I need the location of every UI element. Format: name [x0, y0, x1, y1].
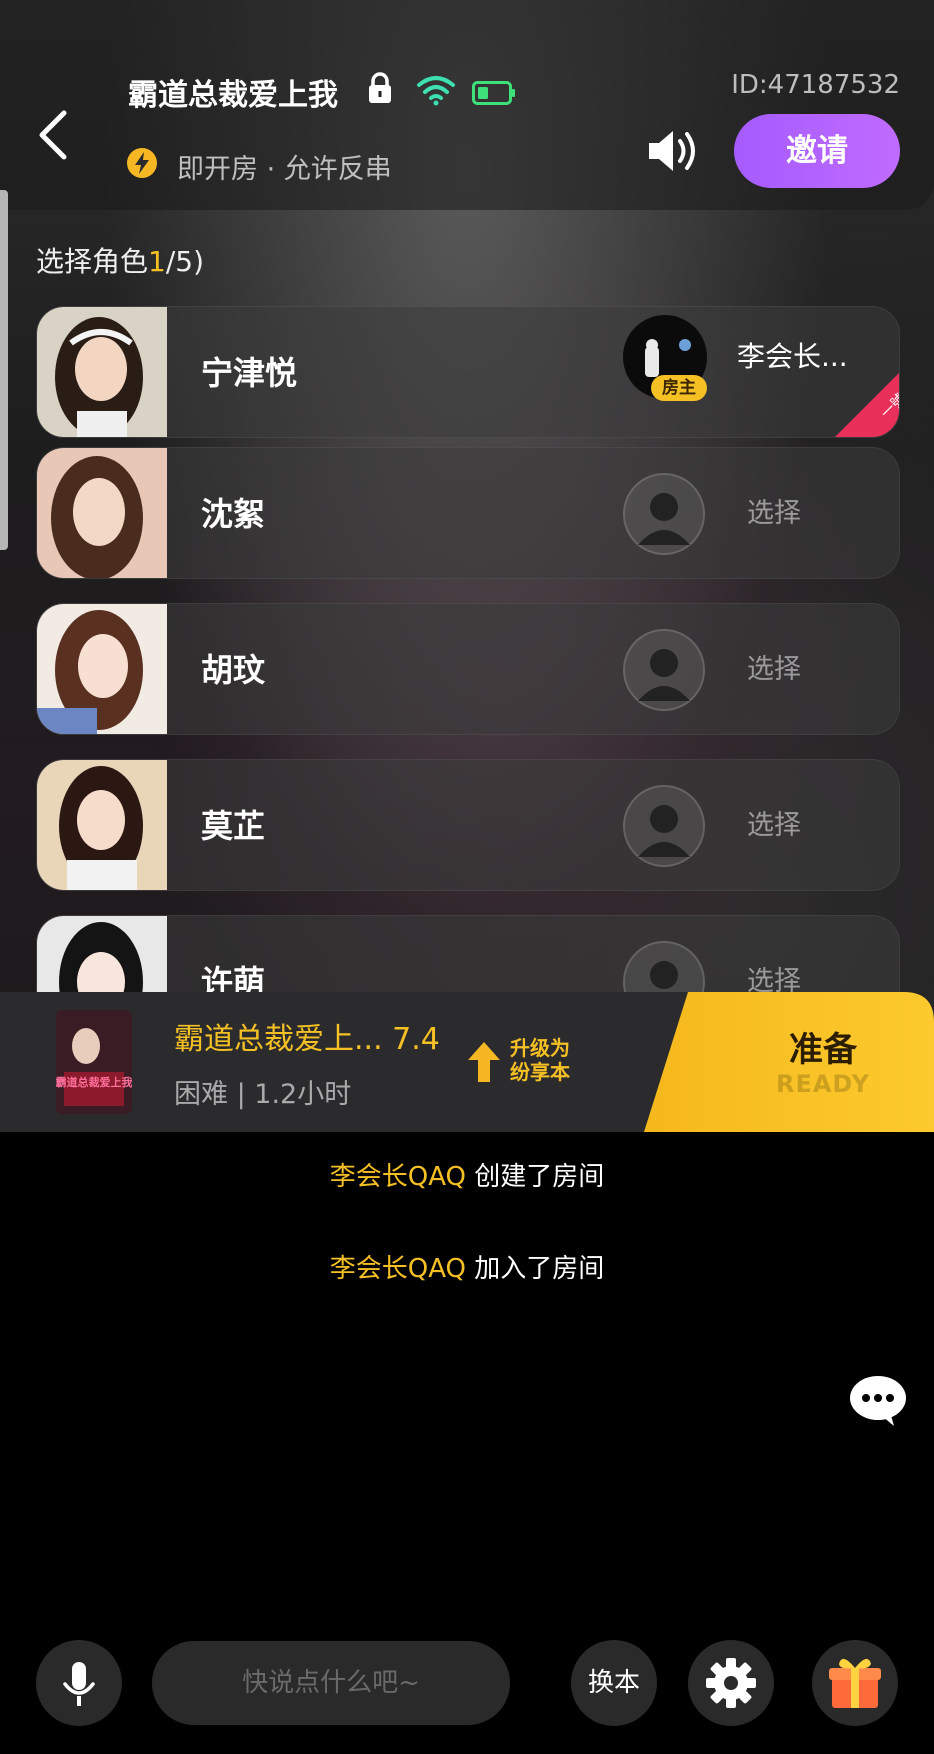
- choose-button[interactable]: 选择: [747, 604, 801, 734]
- role-select-title: 选择角色1/5): [36, 240, 204, 280]
- role-portrait: [37, 916, 167, 992]
- wifi-icon: [417, 76, 455, 106]
- role-name: 宁津悦: [201, 354, 298, 392]
- role-list: 宁津悦 房主 李会长... 一號 沈絮 选择 胡玟 选择 莫芷 选择 许萌 选择: [0, 306, 934, 992]
- host-badge: 房主: [651, 375, 707, 401]
- choose-button[interactable]: 选择: [747, 760, 801, 890]
- role-select-label: 选择角色: [36, 245, 149, 278]
- empty-seat-avatar[interactable]: [623, 941, 705, 992]
- role-select-count: 1: [148, 245, 166, 278]
- role-portrait: [37, 604, 167, 734]
- chat-username[interactable]: 李会长QAQ: [330, 1162, 466, 1192]
- role-row[interactable]: 莫芷 选择: [36, 759, 900, 891]
- bolt-icon: [127, 148, 157, 178]
- choose-button[interactable]: 选择: [747, 916, 801, 992]
- empty-seat-avatar[interactable]: [623, 473, 705, 555]
- gift-button[interactable]: [812, 1640, 898, 1726]
- role-name: 许萌: [201, 963, 266, 992]
- room-header: 霸道总裁爱上我 ID:47187532 即开房 · 允许反串 邀请: [0, 0, 934, 210]
- speaker-icon[interactable]: [645, 126, 701, 176]
- swap-script-button[interactable]: 换本: [571, 1640, 657, 1726]
- role-row[interactable]: 沈絮 选择: [36, 447, 900, 579]
- upgrade-arrow-icon[interactable]: [466, 1040, 502, 1084]
- empty-seat-avatar[interactable]: [623, 629, 705, 711]
- room-id: ID:47187532: [731, 70, 900, 100]
- back-button[interactable]: [30, 105, 80, 165]
- corner-tag: 一號: [835, 373, 899, 437]
- role-select-total: /5): [165, 245, 205, 278]
- book-meta: 困难 | 1.2小时: [174, 1079, 352, 1110]
- role-portrait: [37, 760, 167, 890]
- ready-label: 准备: [789, 1030, 857, 1070]
- gift-icon: [829, 1658, 881, 1708]
- chat-input[interactable]: [152, 1641, 510, 1725]
- host-name: 李会长...: [737, 340, 848, 373]
- room-title: 霸道总裁爱上我: [128, 78, 338, 113]
- role-portrait: [37, 307, 167, 437]
- role-row[interactable]: 许萌 选择: [36, 915, 900, 992]
- chat-bubble-icon[interactable]: [848, 1374, 908, 1428]
- invite-button[interactable]: 邀请: [734, 114, 900, 188]
- upgrade-label[interactable]: 升级为纷享本: [510, 1036, 580, 1084]
- role-portrait: [37, 448, 167, 578]
- mic-button[interactable]: [36, 1640, 122, 1726]
- chat-text: 加入了房间: [466, 1254, 605, 1284]
- role-name: 胡玟: [201, 651, 266, 689]
- chat-text: 创建了房间: [466, 1162, 605, 1192]
- role-name: 沈絮: [201, 495, 266, 533]
- book-title: 霸道总裁爱上... 7.4: [174, 1022, 440, 1057]
- choose-button[interactable]: 选择: [747, 448, 801, 578]
- svg-text:霸道总裁爱上我: 霸道总裁爱上我: [56, 1075, 132, 1089]
- chat-username[interactable]: 李会长QAQ: [330, 1254, 466, 1284]
- role-row[interactable]: 宁津悦 房主 李会长... 一號: [36, 306, 900, 438]
- chat-message: 李会长QAQ 加入了房间: [0, 1248, 934, 1285]
- chat-message: 李会长QAQ 创建了房间: [0, 1156, 934, 1193]
- room-status: 即开房 · 允许反串: [177, 154, 392, 185]
- back-icon: [39, 110, 67, 160]
- book-cover: 霸道总裁爱上我: [56, 1010, 132, 1114]
- room-background: 霸道总裁爱上我 ID:47187532 即开房 · 允许反串 邀请 选择角色1/…: [0, 0, 934, 1132]
- bottom-toolbar: 换本: [0, 1640, 934, 1730]
- lock-icon: [369, 72, 391, 103]
- role-name: 莫芷: [201, 807, 266, 845]
- mic-icon: [63, 1662, 95, 1706]
- ready-sublabel: READY: [775, 1070, 870, 1098]
- settings-icon: [706, 1658, 756, 1708]
- empty-seat-avatar[interactable]: [623, 785, 705, 867]
- ready-button[interactable]: 准备 READY: [644, 992, 934, 1132]
- settings-button[interactable]: [688, 1640, 774, 1726]
- role-row[interactable]: 胡玟 选择: [36, 603, 900, 735]
- battery-icon: [472, 81, 515, 105]
